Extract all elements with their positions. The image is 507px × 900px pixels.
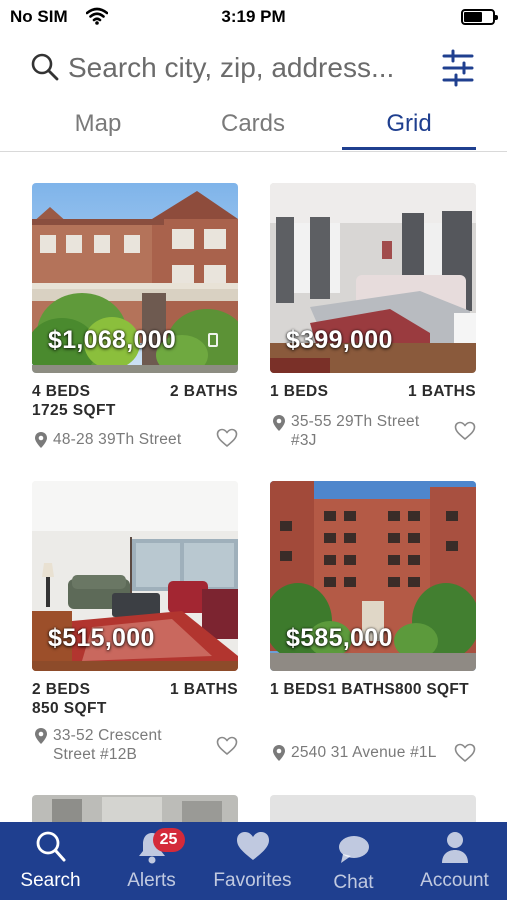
chat-bubble-icon (338, 836, 369, 863)
tabbar-favorites[interactable]: Favorites (202, 822, 303, 900)
listing-details: 1 BEDS1 BATHS800 SQFT (270, 681, 469, 698)
tabbar-label: Chat (333, 872, 374, 893)
listing-card[interactable]: $399,000 1 BEDS 1 BATHS 35-55 29Th Stree… (270, 183, 476, 453)
listing-card[interactable]: $1,068,000 4 BEDS 2 BATHS 1725 SQFT 48-2… (32, 183, 238, 453)
tabbar-label: Account (420, 870, 489, 891)
listing-address: 2540 31 Avenue #1L (291, 744, 437, 761)
favorite-heart-icon[interactable] (454, 421, 476, 441)
tabbar-account[interactable]: Account (404, 822, 505, 900)
tab-cards[interactable]: Cards (186, 110, 320, 138)
tabbar-label: Alerts (127, 870, 176, 891)
listing-baths: 2 BATHS (170, 383, 238, 400)
listing-sqft: 1725 SQFT (32, 402, 116, 419)
favorite-heart-icon[interactable] (454, 743, 476, 763)
tabbar-chat[interactable]: Chat (303, 822, 404, 900)
listing-baths: 1 BATHS (408, 383, 476, 400)
listing-photo[interactable]: $1,068,000 (32, 183, 238, 373)
listing-photo[interactable]: $399,000 (270, 183, 476, 373)
search-icon (36, 831, 65, 862)
tab-grid[interactable]: Grid (342, 110, 476, 138)
tabbar-label: Search (20, 870, 81, 891)
tabbar-alerts[interactable]: 25 Alerts (101, 822, 202, 900)
status-time: 3:19 PM (221, 7, 286, 26)
search-input[interactable] (68, 48, 428, 88)
listing-photo-partial[interactable] (270, 795, 476, 822)
listing-photo[interactable]: $515,000 (32, 481, 238, 671)
listing-sqft: 850 SQFT (32, 700, 107, 717)
search-icon (31, 53, 59, 81)
listing-price: $399,000 (286, 326, 393, 354)
person-icon (441, 832, 468, 863)
listing-photo-partial[interactable] (32, 795, 238, 822)
listing-address: 48-28 39Th Street (53, 431, 182, 448)
listing-beds: 2 BEDS (32, 681, 91, 698)
active-tab-indicator (342, 147, 476, 150)
listing-price: $1,068,000 (48, 326, 177, 354)
location-pin-icon (35, 432, 47, 448)
location-pin-icon (35, 728, 47, 744)
photo-count-icon (208, 333, 218, 347)
favorite-heart-icon[interactable] (216, 428, 238, 448)
listing-beds: 1 BEDS (270, 383, 329, 400)
view-tabs: Map Cards Grid (0, 104, 507, 152)
status-bar: No SIM 3:19 PM (0, 0, 507, 34)
tabbar-label: Favorites (213, 870, 292, 891)
search-bar (0, 44, 507, 92)
filter-sliders-icon[interactable] (440, 48, 476, 88)
alerts-badge: 25 (152, 828, 185, 852)
location-pin-icon (273, 745, 285, 761)
tabbar-search[interactable]: Search (0, 822, 101, 900)
location-pin-icon (273, 415, 285, 431)
listing-baths: 1 BATHS (170, 681, 238, 698)
battery-icon (461, 9, 498, 25)
listing-beds: 4 BEDS (32, 383, 91, 400)
listing-card[interactable]: $585,000 1 BEDS1 BATHS800 SQFT 2540 31 A… (270, 481, 476, 771)
listing-price: $585,000 (286, 624, 393, 652)
listing-price: $515,000 (48, 624, 155, 652)
listing-address: 35-55 29Th Street #3J (291, 413, 420, 449)
bottom-tab-bar: Search 25 Alerts Favorites Chat Account (0, 822, 507, 900)
favorite-heart-icon[interactable] (216, 736, 238, 756)
heart-icon (236, 832, 269, 860)
tab-map[interactable]: Map (31, 110, 165, 138)
listing-card[interactable]: $515,000 2 BEDS 1 BATHS 850 SQFT 33-52 C… (32, 481, 238, 771)
listing-address: 33-52 Crescent Street #12B (53, 727, 162, 763)
listing-photo[interactable]: $585,000 (270, 481, 476, 671)
